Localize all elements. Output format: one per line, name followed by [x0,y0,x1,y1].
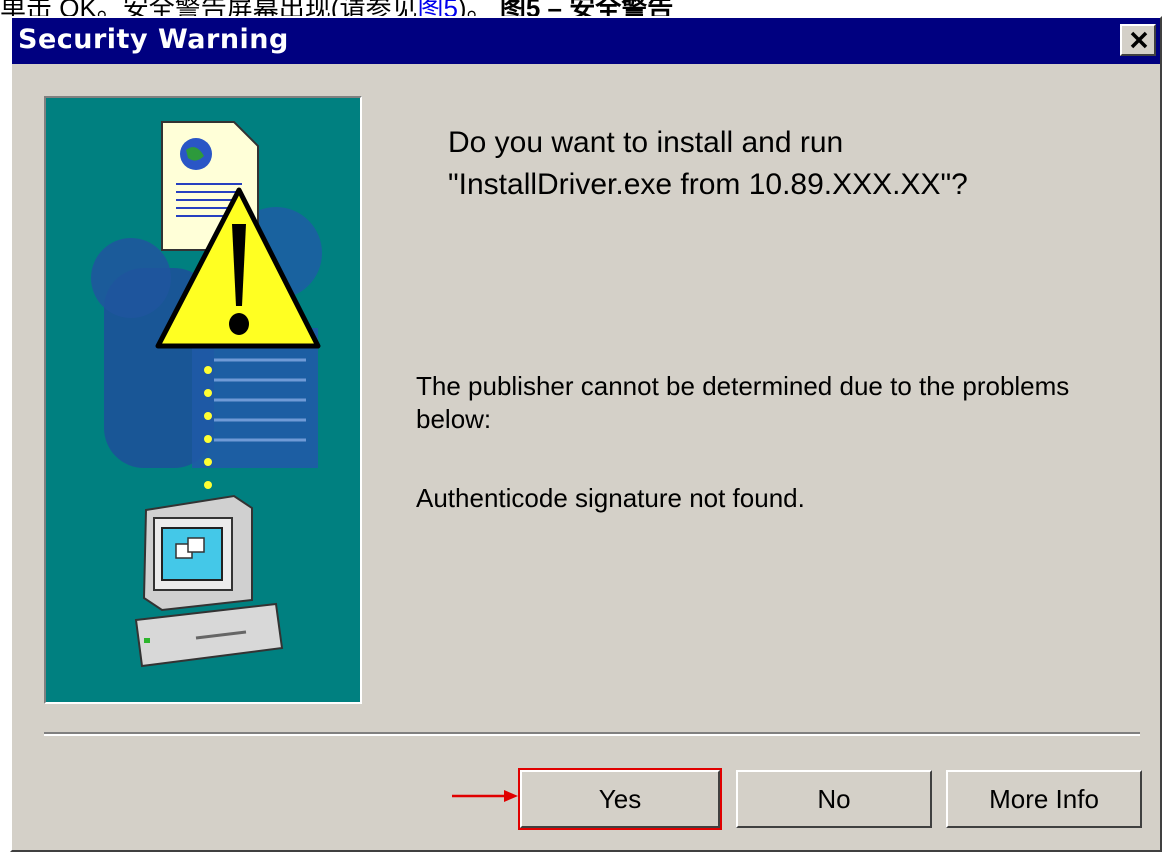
more-info-button[interactable]: More Info [946,770,1142,828]
title-bar[interactable]: Security Warning [12,18,1160,64]
separator [44,732,1140,736]
yes-button[interactable]: Yes [518,768,722,830]
close-button[interactable] [1120,24,1156,56]
illustration-art [91,121,322,668]
install-question: Do you want to install and run "InstallD… [448,126,968,201]
publisher-text: The publisher cannot be determined due t… [416,371,1070,434]
security-warning-dialog: Security Warning Do you want to install … [10,16,1162,852]
computer-icon [134,494,284,668]
dialog-title: Security Warning [18,24,289,55]
no-button[interactable]: No [736,770,932,828]
red-arrow-icon [452,790,518,802]
close-icon [1130,31,1148,49]
security-illustration [44,96,362,704]
signature-status-text: Authenticode signature not found. [416,483,805,513]
